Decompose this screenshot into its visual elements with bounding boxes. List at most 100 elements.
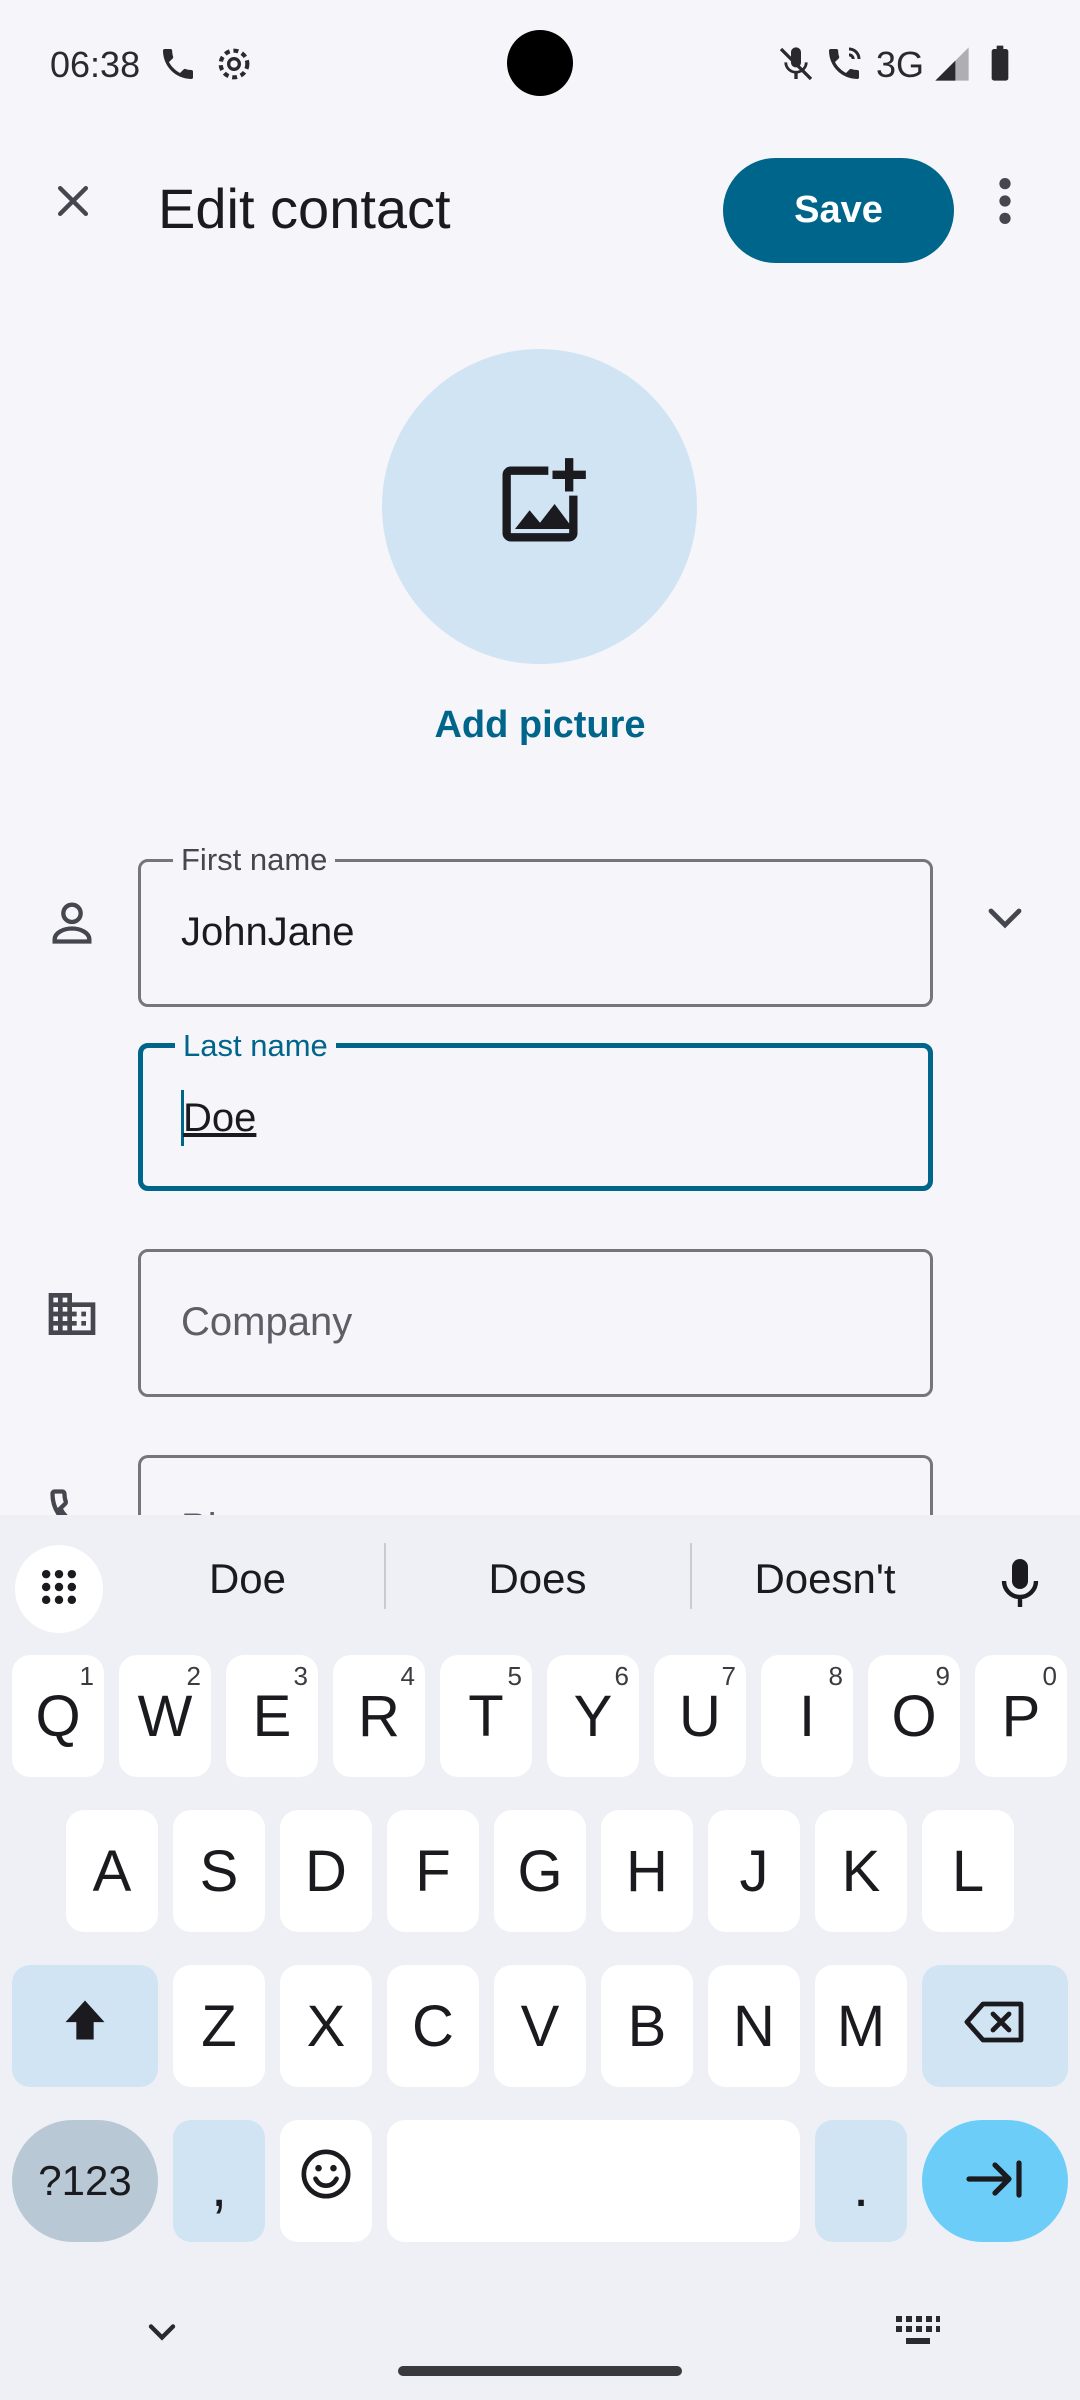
emoji-key[interactable]	[280, 2120, 372, 2242]
contact-photo-button[interactable]	[382, 349, 697, 664]
key-n[interactable]: N	[708, 1965, 800, 2087]
key-hint: 3	[293, 1661, 308, 1691]
last-name-value: Doe	[183, 1096, 257, 1140]
close-icon	[51, 179, 95, 228]
key-p[interactable]: P0	[975, 1655, 1067, 1777]
shift-key[interactable]	[12, 1965, 158, 2087]
first-name-label: First name	[173, 840, 336, 880]
home-gesture-bar[interactable]	[398, 2366, 682, 2376]
phone-placeholder: Phone	[181, 1506, 297, 1515]
key-b[interactable]: B	[601, 1965, 693, 2087]
key-o[interactable]: O9	[868, 1655, 960, 1777]
key-hint: 4	[400, 1661, 415, 1691]
key-d[interactable]: D	[280, 1810, 372, 1932]
status-time: 06:38	[50, 44, 141, 85]
key-l[interactable]: L	[922, 1810, 1014, 1932]
close-button[interactable]	[40, 170, 106, 236]
key-v[interactable]: V	[494, 1965, 586, 2087]
key-r[interactable]: R4	[333, 1655, 425, 1777]
key-hint: 1	[79, 1661, 94, 1691]
tab-arrow-icon	[965, 2148, 1025, 2215]
first-name-value: JohnJane	[181, 910, 355, 954]
key-y[interactable]: Y6	[547, 1655, 639, 1777]
key-label: I	[798, 1683, 816, 1749]
soft-keyboard: Doe Does Doesn't Q1 W2 E3 R4 T5 Y6 U7 I8…	[0, 1515, 1080, 2400]
apps-grid-icon	[37, 1565, 81, 1614]
keyboard-menu-button[interactable]	[15, 1545, 103, 1633]
key-t[interactable]: T5	[440, 1655, 532, 1777]
key-i[interactable]: I8	[761, 1655, 853, 1777]
key-z[interactable]: Z	[173, 1965, 265, 2087]
add-picture-link[interactable]: Add picture	[0, 704, 1080, 747]
key-label: E	[252, 1683, 292, 1749]
symbols-key[interactable]: ?123	[12, 2120, 158, 2242]
suggestion-divider	[384, 1543, 386, 1609]
key-u[interactable]: U7	[654, 1655, 746, 1777]
key-g[interactable]: G	[494, 1810, 586, 1932]
save-button[interactable]: Save	[723, 158, 954, 263]
mute-mic-icon	[776, 44, 816, 84]
key-q[interactable]: Q1	[12, 1655, 104, 1777]
company-placeholder: Company	[181, 1300, 353, 1344]
last-name-field[interactable]: Last name Doe	[138, 1026, 933, 1191]
key-m[interactable]: M	[815, 1965, 907, 2087]
key-x[interactable]: X	[280, 1965, 372, 2087]
key-label: T	[468, 1683, 504, 1749]
key-k[interactable]: K	[815, 1810, 907, 1932]
backspace-key[interactable]	[922, 1965, 1068, 2087]
key-hint: 0	[1042, 1661, 1057, 1691]
key-a[interactable]: A	[66, 1810, 158, 1932]
settings-gear-icon	[214, 44, 254, 84]
chevron-down-icon	[981, 893, 1029, 946]
network-type: 3G	[876, 44, 925, 85]
more-vert-icon	[995, 175, 1015, 232]
next-field-key[interactable]	[922, 2120, 1068, 2242]
space-key[interactable]	[387, 2120, 800, 2242]
hide-keyboard-button[interactable]	[140, 2310, 184, 2359]
expand-name-button[interactable]	[975, 889, 1035, 949]
key-label: U	[679, 1683, 721, 1749]
key-f[interactable]: F	[387, 1810, 479, 1932]
suggestion-divider	[690, 1543, 692, 1609]
suggestion-3[interactable]: Doesn't	[715, 1555, 935, 1603]
suggestion-2[interactable]: Does	[430, 1555, 645, 1603]
business-icon	[42, 1284, 102, 1344]
key-hint: 6	[614, 1661, 629, 1691]
chevron-down-icon	[140, 2324, 184, 2358]
status-bar: 06:38 3G	[0, 0, 1080, 130]
switch-keyboard-button[interactable]	[894, 2314, 942, 2355]
key-hint: 7	[721, 1661, 736, 1691]
key-label: P	[1001, 1683, 1041, 1749]
key-c[interactable]: C	[387, 1965, 479, 2087]
key-e[interactable]: E3	[226, 1655, 318, 1777]
period-key[interactable]: .	[815, 2120, 907, 2242]
suggestion-1[interactable]: Doe	[140, 1555, 355, 1603]
first-name-field[interactable]: First name JohnJane	[138, 840, 933, 1007]
last-name-label: Last name	[175, 1026, 336, 1066]
page-title: Edit contact	[158, 177, 451, 240]
comma-key[interactable]: ,	[173, 2120, 265, 2242]
key-hint: 8	[828, 1661, 843, 1691]
key-hint: 2	[186, 1661, 201, 1691]
phone-field[interactable]: Phone	[138, 1455, 933, 1515]
key-label: Y	[573, 1683, 613, 1749]
navigation-bar	[0, 2270, 1080, 2400]
key-label: W	[137, 1683, 193, 1749]
phone-icon	[42, 1485, 102, 1515]
more-options-button[interactable]	[985, 170, 1025, 236]
company-field[interactable]: Company	[138, 1249, 933, 1397]
key-j[interactable]: J	[708, 1810, 800, 1932]
key-hint: 5	[507, 1661, 522, 1691]
add-photo-icon	[490, 454, 590, 559]
battery-icon	[980, 44, 1020, 84]
voice-input-button[interactable]	[990, 1545, 1050, 1625]
key-hint: 9	[935, 1661, 950, 1691]
backspace-icon	[963, 1993, 1027, 2060]
key-s[interactable]: S	[173, 1810, 265, 1932]
key-h[interactable]: H	[601, 1810, 693, 1932]
key-label: Q	[35, 1683, 81, 1749]
key-w[interactable]: W2	[119, 1655, 211, 1777]
key-label: O	[891, 1683, 937, 1749]
keyboard-icon	[894, 2316, 942, 2354]
key-label: R	[358, 1683, 400, 1749]
